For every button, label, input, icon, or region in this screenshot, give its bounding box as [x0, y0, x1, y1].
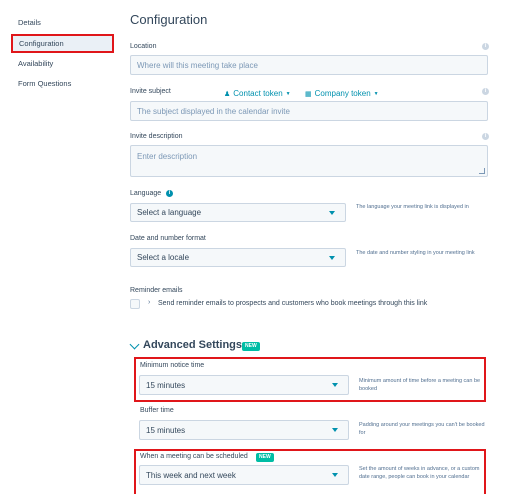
invite-description-info-icon[interactable]: i: [482, 133, 489, 140]
locale-select-value: Select a locale: [137, 253, 190, 262]
invite-description-placeholder: Enter description: [137, 152, 198, 161]
chevron-down-icon[interactable]: [129, 339, 140, 350]
language-select[interactable]: Select a language: [130, 203, 346, 222]
chevron-down-icon: ▼: [373, 90, 379, 97]
date-format-label: Date and number format: [130, 235, 206, 242]
location-input[interactable]: Where will this meeting take place: [130, 55, 488, 75]
reminder-emails-text: Send reminder emails to prospects and cu…: [158, 300, 428, 307]
language-info-icon[interactable]: i: [166, 190, 173, 197]
schedule-range-value: This week and next week: [146, 470, 236, 480]
min-notice-label: Minimum notice time: [140, 362, 205, 369]
buffer-time-help-text: Padding around your meetings you can't b…: [359, 422, 485, 436]
sidebar-item-form-questions[interactable]: Form Questions: [18, 78, 71, 90]
chevron-down-icon: [332, 428, 338, 432]
sidebar-item-configuration[interactable]: Configuration: [11, 34, 114, 53]
sidebar: Details Configuration Availability Form …: [0, 0, 118, 494]
schedule-range-label: When a meeting can be scheduled: [140, 453, 248, 460]
min-notice-help-text: Minimum amount of time before a meeting …: [359, 378, 481, 392]
page-title: Configuration: [130, 12, 208, 27]
language-label: Language: [130, 190, 162, 197]
buffer-time-value: 15 minutes: [146, 425, 186, 435]
chevron-down-icon: [329, 255, 335, 260]
reminder-emails-checkbox[interactable]: [130, 299, 140, 309]
invite-subject-placeholder: The subject displayed in the calendar in…: [137, 106, 290, 116]
min-notice-select[interactable]: 15 minutes: [139, 375, 349, 395]
sidebar-item-availability[interactable]: Availability: [18, 58, 53, 70]
company-token-label: Company token: [314, 89, 371, 98]
invite-subject-input[interactable]: The subject displayed in the calendar in…: [130, 101, 488, 121]
language-select-value: Select a language: [137, 208, 202, 217]
language-help-text: The language your meeting link is displa…: [356, 204, 469, 210]
buffer-time-label: Buffer time: [140, 407, 174, 414]
chevron-right-icon[interactable]: ›: [148, 299, 150, 306]
resize-handle-icon[interactable]: [479, 168, 485, 174]
min-notice-value: 15 minutes: [146, 380, 186, 390]
contact-token-dropdown[interactable]: ♟ Contact token ▼: [224, 89, 291, 98]
buffer-time-select[interactable]: 15 minutes: [139, 420, 349, 440]
chevron-down-icon: ▼: [285, 90, 291, 97]
chevron-down-icon: [332, 383, 338, 387]
sidebar-item-details[interactable]: Details: [18, 17, 41, 29]
chevron-down-icon: [329, 210, 335, 215]
locale-select[interactable]: Select a locale: [130, 248, 346, 267]
schedule-range-select[interactable]: This week and next week: [139, 465, 349, 485]
date-format-help-text: The date and number styling in your meet…: [356, 250, 475, 256]
location-label: Location: [130, 43, 157, 50]
schedule-range-help-text: Set the amount of weeks in advance, or a…: [359, 466, 480, 480]
location-info-icon[interactable]: i: [482, 43, 489, 50]
company-token-dropdown[interactable]: ▦ Company token ▼: [305, 89, 379, 98]
invite-description-textarea[interactable]: Enter description: [130, 145, 488, 177]
new-badge: NEW: [256, 453, 274, 462]
location-placeholder: Where will this meeting take place: [137, 60, 258, 70]
new-badge: NEW: [242, 342, 260, 351]
contact-token-label: Contact token: [233, 89, 283, 98]
invite-subject-label: Invite subject: [130, 88, 171, 95]
person-icon: ♟: [224, 90, 231, 98]
invite-subject-info-icon[interactable]: i: [482, 88, 489, 95]
chevron-down-icon: [332, 473, 338, 477]
building-icon: ▦: [305, 90, 312, 98]
advanced-settings-toggle[interactable]: Advanced Settings: [143, 339, 242, 351]
invite-description-label: Invite description: [130, 133, 183, 140]
reminder-emails-label: Reminder emails: [130, 287, 183, 294]
